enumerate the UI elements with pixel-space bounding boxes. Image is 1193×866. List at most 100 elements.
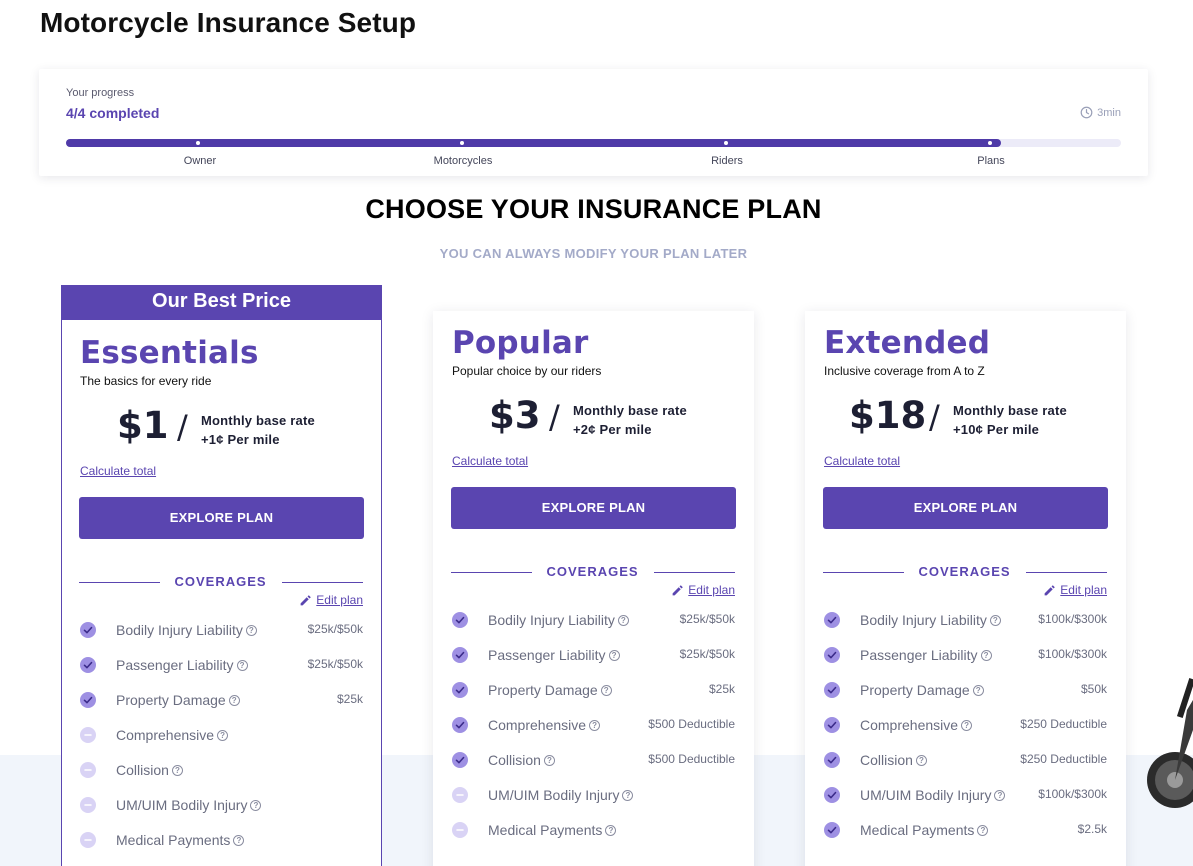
plan-price: $1 (117, 404, 169, 447)
coverage-label: Bodily Injury Liability (116, 622, 243, 638)
coverage-name: Property Damage? (116, 692, 240, 708)
pencil-icon (1044, 584, 1056, 595)
progress-card: Your progress 4/4 completed 3min Owner M… (39, 69, 1148, 176)
help-icon[interactable]: ? (961, 719, 973, 731)
check-icon (824, 612, 840, 628)
clock-icon (1080, 106, 1093, 119)
help-icon[interactable]: ? (233, 834, 245, 846)
step-plans[interactable]: Plans (977, 155, 1005, 167)
price-separator: / (177, 408, 188, 446)
coverage-label: Property Damage (116, 692, 226, 708)
monthly-base-rate: Monthly base rate (953, 403, 1067, 418)
calculate-total-link[interactable]: Calculate total (452, 454, 528, 468)
help-icon[interactable]: ? (622, 789, 634, 801)
explore-plan-button[interactable]: EXPLORE PLAN (823, 487, 1108, 529)
explore-plan-button[interactable]: EXPLORE PLAN (451, 487, 736, 529)
coverage-value: $25k/$50k (679, 612, 735, 626)
help-icon[interactable]: ? (600, 684, 612, 696)
check-icon (824, 822, 840, 838)
coverage-name: Comprehensive? (116, 727, 229, 743)
step-dot-motorcycles (460, 141, 464, 145)
edit-plan-link[interactable]: Edit plan (1043, 583, 1107, 597)
divider (823, 572, 904, 573)
coverage-label: Medical Payments (488, 822, 603, 838)
help-icon[interactable]: ? (217, 729, 229, 741)
coverage-row: Comprehensive? (80, 725, 363, 745)
per-mile-rate: +10¢ Per mile (953, 422, 1040, 437)
monthly-base-rate: Monthly base rate (201, 413, 315, 428)
coverage-label: Collision (488, 752, 541, 768)
help-icon[interactable]: ? (245, 624, 257, 636)
help-icon[interactable]: ? (228, 694, 240, 706)
divider (282, 582, 363, 583)
coverage-name: Bodily Injury Liability? (488, 612, 629, 628)
help-icon[interactable]: ? (608, 649, 620, 661)
coverage-row: Passenger Liability? $100k/$300k (824, 645, 1107, 665)
help-icon[interactable]: ? (605, 824, 617, 836)
plan-name: Popular (452, 325, 589, 361)
coverage-row: Bodily Injury Liability? $100k/$300k (824, 610, 1107, 630)
help-icon[interactable]: ? (543, 754, 555, 766)
plan-price: $3 (489, 394, 541, 437)
plan-price: $18 (849, 394, 927, 437)
coverage-value: $25k/$50k (679, 647, 735, 661)
coverage-label: Passenger Liability (116, 657, 234, 673)
check-icon (80, 622, 96, 638)
help-icon[interactable]: ? (989, 614, 1001, 626)
divider (1026, 572, 1107, 573)
edit-plan-label: Edit plan (1060, 583, 1107, 597)
help-icon[interactable]: ? (617, 614, 629, 626)
calculate-total-link[interactable]: Calculate total (824, 454, 900, 468)
help-icon[interactable]: ? (980, 649, 992, 661)
per-mile-rate: +2¢ Per mile (573, 422, 652, 437)
coverage-row: Medical Payments? (80, 830, 363, 850)
plan-description: Inclusive coverage from A to Z (824, 364, 985, 378)
coverage-label: Bodily Injury Liability (860, 612, 987, 628)
coverage-row: Bodily Injury Liability? $25k/$50k (452, 610, 735, 630)
coverage-name: Comprehensive? (488, 717, 601, 733)
progress-count: 4/4 completed (66, 105, 160, 121)
coverage-name: Comprehensive? (860, 717, 973, 733)
price-separator: / (549, 398, 560, 436)
coverage-name: Collision? (116, 762, 183, 778)
best-price-badge: Our Best Price (61, 285, 382, 320)
not-included-icon (452, 787, 468, 803)
progress-label: Your progress (66, 87, 135, 99)
not-included-icon (80, 762, 96, 778)
help-icon[interactable]: ? (250, 799, 262, 811)
coverage-name: Bodily Injury Liability? (116, 622, 257, 638)
step-riders[interactable]: Riders (711, 155, 743, 167)
coverage-name: UM/UIM Bodily Injury? (116, 797, 262, 813)
step-dot-riders (724, 141, 728, 145)
check-icon (824, 787, 840, 803)
coverage-value: $250 Deductible (1020, 752, 1107, 766)
help-icon[interactable]: ? (994, 789, 1006, 801)
page-title: Motorcycle Insurance Setup (40, 7, 417, 38)
plans-subheading: YOU CAN ALWAYS MODIFY YOUR PLAN LATER (439, 246, 748, 261)
not-included-icon (80, 727, 96, 743)
help-icon[interactable]: ? (171, 764, 183, 776)
help-icon[interactable]: ? (972, 684, 984, 696)
help-icon[interactable]: ? (915, 754, 927, 766)
edit-plan-link[interactable]: Edit plan (299, 593, 363, 607)
help-icon[interactable]: ? (236, 659, 248, 671)
coverage-value: $50k (1080, 682, 1107, 696)
calculate-total-link[interactable]: Calculate total (80, 464, 156, 478)
edit-plan-link[interactable]: Edit plan (671, 583, 735, 597)
plan-name: Essentials (80, 335, 259, 371)
coverage-value: $500 Deductible (648, 717, 735, 731)
help-icon[interactable]: ? (589, 719, 601, 731)
explore-plan-button[interactable]: EXPLORE PLAN (79, 497, 364, 539)
progress-time: 3min (1080, 106, 1121, 119)
help-icon[interactable]: ? (977, 824, 989, 836)
step-motorcycles[interactable]: Motorcycles (434, 155, 493, 167)
coverage-row: Passenger Liability? $25k/$50k (80, 655, 363, 675)
coverage-value: $100k/$300k (1038, 787, 1107, 801)
coverage-value: $500 Deductible (648, 752, 735, 766)
coverage-name: Medical Payments? (488, 822, 617, 838)
coverage-row: UM/UIM Bodily Injury? $100k/$300k (824, 785, 1107, 805)
check-icon (824, 682, 840, 698)
price-separator: / (929, 398, 940, 436)
step-owner[interactable]: Owner (184, 155, 216, 167)
coverages-title: COVERAGES (918, 564, 1011, 579)
